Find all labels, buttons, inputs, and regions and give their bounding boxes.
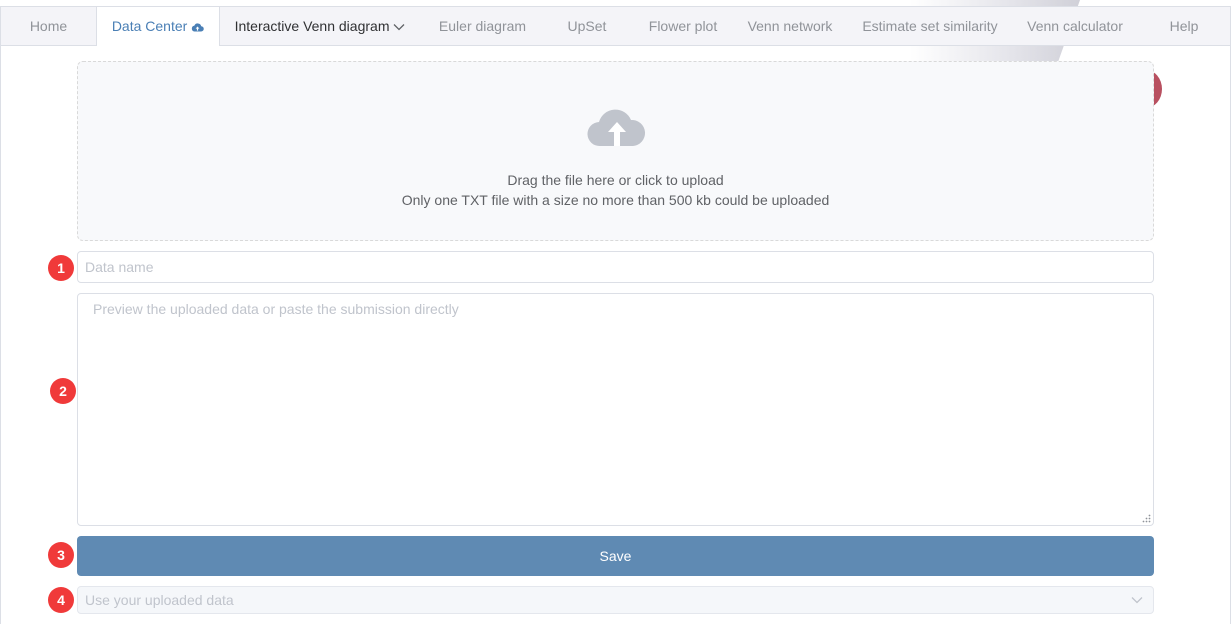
resize-handle-icon[interactable] — [1141, 513, 1151, 523]
tab-home-label: Home — [29, 18, 68, 34]
cloud-upload-icon — [192, 23, 204, 32]
tab-flower-plot-label: Flower plot — [648, 18, 718, 34]
tab-upset-label: UpSet — [567, 18, 607, 34]
tab-estimate-set-similarity[interactable]: Estimate set similarity — [854, 7, 1006, 45]
step-badge-4: 4 — [48, 587, 74, 613]
tab-estimate-label: Estimate set similarity — [862, 18, 998, 34]
tab-venn-calculator-label: Venn calculator — [1027, 18, 1123, 34]
tab-euler-diagram[interactable]: Euler diagram — [424, 7, 541, 45]
data-preview-textarea[interactable] — [77, 293, 1154, 526]
tab-flower-plot[interactable]: Flower plot — [634, 7, 732, 45]
tab-venn-calculator[interactable]: Venn calculator — [1016, 7, 1134, 45]
uploaded-data-select[interactable]: Use your uploaded data — [77, 586, 1154, 614]
upload-constraint: Only one TXT file with a size no more th… — [401, 192, 830, 208]
chevron-down-icon — [1131, 597, 1143, 604]
step-badge-1: 1 — [48, 255, 74, 281]
tab-help-label: Help — [1169, 18, 1199, 34]
tab-interactive-venn-diagram[interactable]: Interactive Venn diagram — [220, 7, 420, 45]
select-placeholder: Use your uploaded data — [85, 592, 234, 608]
content-border-left — [0, 46, 1, 624]
tab-help[interactable]: Help — [1151, 7, 1217, 45]
cloud-upload-icon — [587, 109, 646, 147]
data-name-input[interactable] — [77, 251, 1154, 283]
tab-upset[interactable]: UpSet — [551, 7, 623, 45]
tab-euler-label: Euler diagram — [438, 18, 527, 34]
step-badge-3: 3 — [48, 542, 74, 568]
tab-data-center[interactable]: Data Center — [96, 7, 220, 46]
tab-interactive-venn-label: Interactive Venn diagram — [234, 18, 390, 34]
tab-home[interactable]: Home — [1, 7, 96, 45]
upload-instruction: Drag the file here or click to upload — [507, 172, 724, 188]
tab-venn-network-label: Venn network — [747, 18, 833, 34]
chevron-down-icon — [393, 24, 405, 31]
top-navigation: Home Data Center Interactive Venn diagra… — [0, 6, 1231, 46]
upload-dropzone[interactable]: Drag the file here or click to upload On… — [77, 61, 1154, 241]
tab-data-center-label: Data Center — [111, 18, 188, 34]
save-button[interactable]: Save — [77, 536, 1154, 576]
tab-venn-network[interactable]: Venn network — [739, 7, 841, 45]
step-badge-2: 2 — [50, 378, 76, 404]
